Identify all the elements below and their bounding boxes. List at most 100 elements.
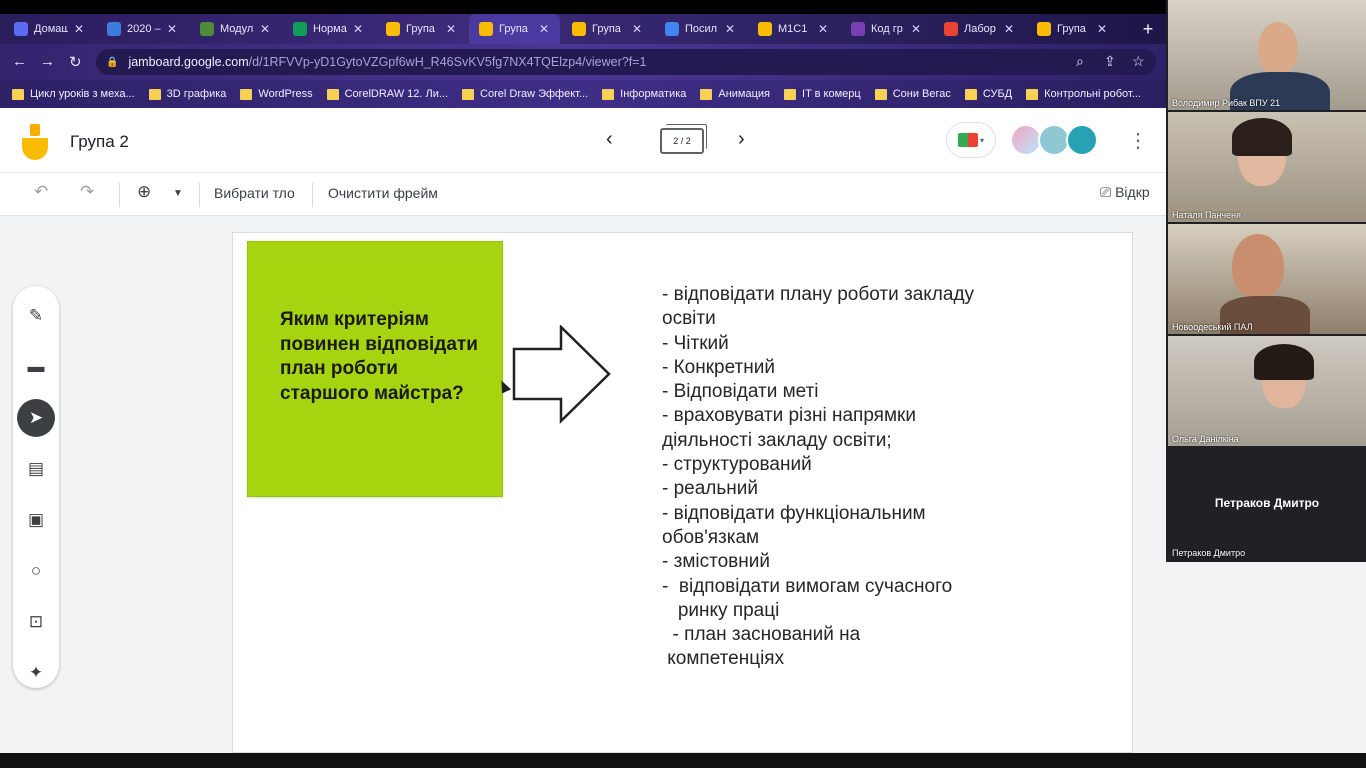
arrow-shape[interactable] xyxy=(512,325,612,425)
image-icon[interactable]: ▣ xyxy=(17,501,55,539)
text-box-icon[interactable]: ⊡ xyxy=(17,603,55,641)
redo-icon[interactable]: ↷ xyxy=(80,182,94,202)
circle-icon[interactable]: ○ xyxy=(17,552,55,590)
close-icon[interactable]: ✕ xyxy=(725,22,735,36)
present-button[interactable]: ⎚ Відкр xyxy=(1100,184,1150,201)
zoom-icon[interactable]: ⌕ xyxy=(1076,53,1084,70)
browser-tab[interactable]: Модул ✕ xyxy=(190,14,281,44)
text-line: - відповідати функціональним xyxy=(662,502,926,524)
sticky-note-text: Яким критеріям повинен відповідати план … xyxy=(280,309,478,404)
bookmark-item[interactable]: Анимация xyxy=(700,88,770,100)
share-icon[interactable]: ⇪ xyxy=(1104,53,1116,70)
laser-icon[interactable]: ✦ xyxy=(17,654,55,692)
browser-tab-strip: Домаш ✕ 2020 – ✕ Модул ✕ Норма ✕ Група ✕ Група ✕ Гру… xyxy=(0,14,1166,44)
bookmark-item[interactable]: Сони Вегас xyxy=(874,88,951,100)
bookmark-label: Corel Draw Эффект... xyxy=(480,88,589,100)
browser-tab[interactable]: Норма ✕ xyxy=(283,14,374,44)
bookmark-label: Інформатика xyxy=(620,88,687,100)
bookmark-label: CorelDRAW 12. Ли... xyxy=(344,88,449,100)
browser-tab[interactable]: Група ✕ xyxy=(562,14,653,44)
select-icon[interactable]: ➤ xyxy=(17,399,55,437)
more-options-icon[interactable]: ⋮ xyxy=(1128,128,1148,153)
text-line: ринку праці xyxy=(662,599,780,621)
chevron-down-icon[interactable]: ▼ xyxy=(173,188,183,199)
bookmark-item[interactable]: IT в комерц xyxy=(784,88,861,100)
close-icon[interactable]: ✕ xyxy=(167,22,177,36)
avatar xyxy=(1232,118,1292,156)
close-icon[interactable]: ✕ xyxy=(911,22,921,36)
browser-tab[interactable]: Лабор ✕ xyxy=(934,14,1025,44)
set-background-button[interactable]: Вибрати тло xyxy=(214,185,295,201)
close-icon[interactable]: ✕ xyxy=(632,22,642,36)
browser-tab[interactable]: M1C1 ✕ xyxy=(748,14,839,44)
tab-favicon-icon xyxy=(107,22,121,36)
close-icon[interactable]: ✕ xyxy=(818,22,828,36)
bookmark-item[interactable]: Цикл уроків з меха... xyxy=(12,88,135,100)
text-line: - Конкретний xyxy=(662,356,775,378)
bookmark-item[interactable]: Corel Draw Эффект... xyxy=(462,88,588,100)
jam-frame[interactable]: Яким критеріям повинен відповідати план … xyxy=(232,232,1133,753)
bookmark-icon xyxy=(784,88,797,100)
participant-tile[interactable]: Новоодеський ПАЛ xyxy=(1168,224,1366,334)
participant-tile[interactable]: Ольга Данілкіна xyxy=(1168,336,1366,446)
url-host: jamboard.google.com xyxy=(128,55,249,69)
forward-icon[interactable]: → xyxy=(40,53,55,70)
tab-label: Домаш xyxy=(34,23,68,35)
zoom-icon[interactable]: ⊕ xyxy=(137,182,151,202)
star-icon[interactable]: ☆ xyxy=(1132,53,1145,70)
close-icon[interactable]: ✕ xyxy=(353,22,363,36)
browser-tab[interactable]: Група ✕ xyxy=(376,14,467,44)
bookmark-item[interactable]: СУБД xyxy=(964,88,1012,100)
jamboard-logo-icon[interactable] xyxy=(22,124,48,160)
bookmark-item[interactable]: Інформатика xyxy=(602,88,686,100)
address-bar[interactable]: 🔒 jamboard.google.com /d/1RFVVp-yD1GytoV… xyxy=(96,49,1156,75)
participant-tile[interactable]: Наталя Панченя xyxy=(1168,112,1366,222)
close-icon[interactable]: ✕ xyxy=(74,22,84,36)
bookmark-icon xyxy=(12,88,24,100)
clear-frame-button[interactable]: Очистити фрейм xyxy=(328,185,438,201)
frame-bar-button[interactable]: 2 / 2 xyxy=(660,124,707,154)
avatar[interactable] xyxy=(1066,124,1098,156)
tab-label: 2020 – xyxy=(127,23,161,35)
pen-icon[interactable]: ✎ xyxy=(17,297,55,335)
undo-icon[interactable]: ↶ xyxy=(34,182,48,202)
browser-tab[interactable]: Код гр ✕ xyxy=(841,14,932,44)
text-line: - реальний xyxy=(662,478,759,500)
previous-frame-button[interactable]: ‹ xyxy=(606,128,613,151)
bookmark-item[interactable]: CorelDRAW 12. Ли... xyxy=(326,88,449,100)
participant-name: Володимир Рибак ВПУ 21 xyxy=(1172,98,1281,108)
browser-tab[interactable]: Група ✕ xyxy=(1027,14,1118,44)
sticky-note[interactable]: Яким критеріям повинен відповідати план … xyxy=(247,241,503,497)
bookmark-label: Анимация xyxy=(718,88,771,100)
document-title[interactable]: Група 2 xyxy=(70,132,129,152)
browser-tab[interactable]: Група ✕ xyxy=(469,14,560,44)
participant-tile[interactable]: Петраков Дмитро Петраков Дмитро xyxy=(1168,450,1366,560)
participant-name: Петраков Дмитро xyxy=(1172,548,1246,558)
meet-button[interactable]: ▾ xyxy=(946,122,996,158)
back-icon[interactable]: ← xyxy=(12,53,27,70)
browser-tab[interactable]: Домаш ✕ xyxy=(4,14,95,44)
new-tab-button[interactable]: + xyxy=(1136,14,1160,44)
browser-tab[interactable]: Посил ✕ xyxy=(655,14,746,44)
reload-icon[interactable]: ↻ xyxy=(69,53,82,71)
text-box[interactable]: - відповідати плану роботи закладу освіти… xyxy=(662,283,974,672)
close-icon[interactable]: ✕ xyxy=(1097,22,1107,36)
browser-toolbar: ← → ↻ 🔒 jamboard.google.com /d/1RFVVp-yD… xyxy=(0,44,1166,80)
close-icon[interactable]: ✕ xyxy=(539,22,549,36)
bookmark-item[interactable]: WordPress xyxy=(240,88,313,100)
app-header: Група 2 ‹ 2 / 2 › ▾ ⋮ xyxy=(0,108,1166,172)
bookmark-item[interactable]: 3D графика xyxy=(148,88,226,100)
bookmark-icon xyxy=(148,88,161,100)
bookmark-icon xyxy=(240,88,253,100)
eraser-icon[interactable]: ▬ xyxy=(17,348,55,386)
bookmark-item[interactable]: Контрольні робот... xyxy=(1026,88,1141,100)
jamboard-app: Група 2 ‹ 2 / 2 › ▾ ⋮ ↶ ↷ ⊕ ▼ Вибрати тл… xyxy=(0,108,1166,753)
participant-tile[interactable]: Володимир Рибак ВПУ 21 xyxy=(1168,0,1366,110)
close-icon[interactable]: ✕ xyxy=(446,22,456,36)
browser-tab[interactable]: 2020 – ✕ xyxy=(97,14,188,44)
sticky-note-icon[interactable]: ▤ xyxy=(17,450,55,488)
close-icon[interactable]: ✕ xyxy=(260,22,270,36)
text-line: - Чіткий xyxy=(662,332,729,354)
close-icon[interactable]: ✕ xyxy=(1004,22,1014,36)
next-frame-button[interactable]: › xyxy=(738,128,745,151)
